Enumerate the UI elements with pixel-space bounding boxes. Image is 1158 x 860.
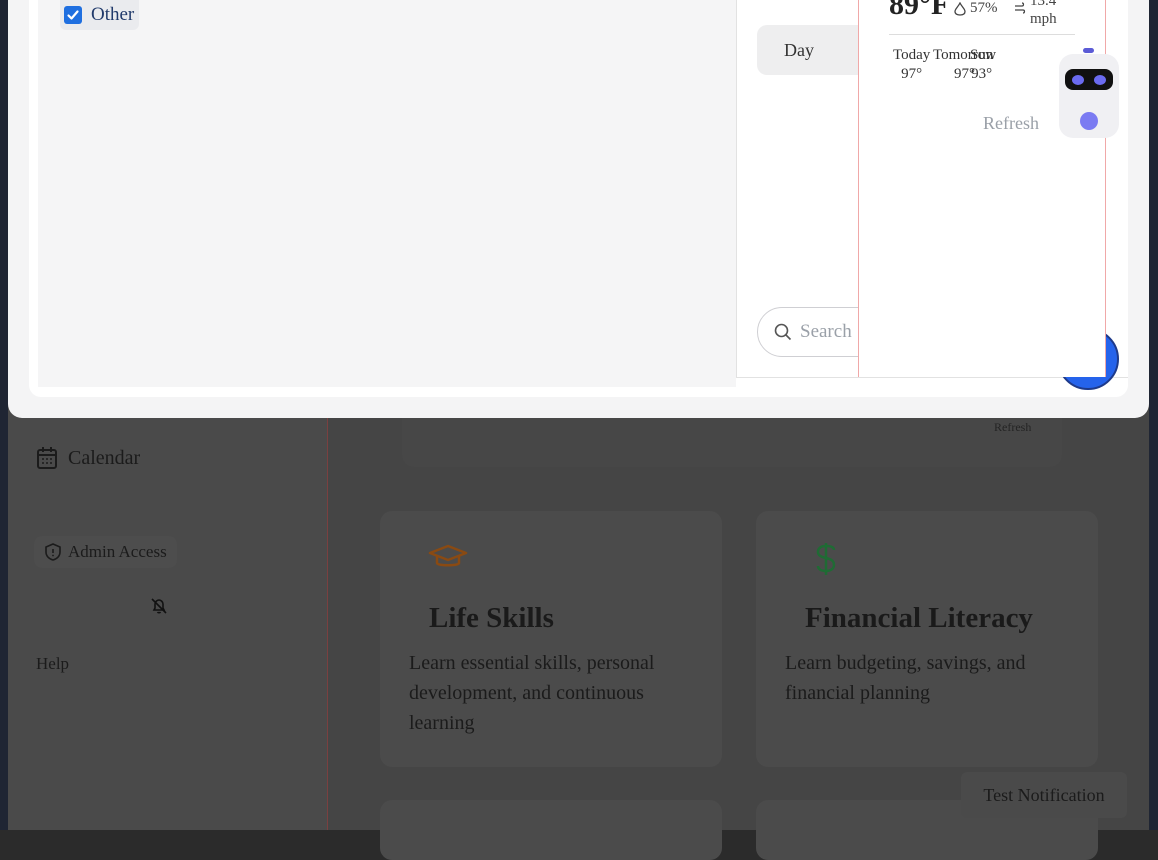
card-description: Learn essential skills, personal develop…: [409, 652, 655, 734]
weather-refresh-button[interactable]: Refresh: [983, 113, 1039, 134]
window-edge-left: [0, 0, 8, 830]
course-card-life-skills[interactable]: Life Skills Learn essential skills, pers…: [380, 511, 722, 767]
calendar-icon: [37, 447, 57, 469]
forecast-temp: 93°: [971, 66, 993, 82]
robot-head: [1059, 54, 1119, 138]
chatbot-avatar-button[interactable]: [1059, 44, 1119, 138]
robot-visor: [1065, 69, 1113, 90]
search-placeholder: Search: [800, 321, 852, 342]
humidity-value: 57%: [970, 0, 998, 16]
sidebar-item-label: Calendar: [68, 446, 141, 469]
search-icon: [774, 323, 792, 341]
card-title: Life Skills: [429, 602, 554, 634]
forecast-day-label: Sun: [970, 47, 994, 63]
robot-eye-icon: [1072, 74, 1084, 85]
current-temperature: 89°F: [889, 0, 950, 21]
forecast-day: Today 97°: [893, 46, 930, 84]
sidebar-item-calendar[interactable]: Calendar: [36, 446, 140, 470]
humidity-readout: 57%: [954, 0, 998, 17]
admin-access-label: Admin Access: [68, 542, 167, 561]
checkbox-checked-icon[interactable]: [64, 6, 82, 24]
notifications-off-button[interactable]: [150, 597, 168, 615]
robot-antenna: [1083, 48, 1094, 53]
shield-icon: [45, 543, 61, 561]
course-card[interactable]: [380, 800, 722, 860]
graduation-cap-icon: [428, 544, 468, 567]
sidebar-item-help[interactable]: Help: [36, 654, 69, 674]
day-view-label: Day: [784, 39, 814, 60]
course-card-financial-literacy[interactable]: Financial Literacy Learn budgeting, savi…: [756, 511, 1098, 767]
forecast-day: Sun 93°: [970, 46, 993, 84]
filter-pane: Other: [38, 0, 736, 387]
checkbox-label: Other: [91, 4, 135, 25]
wind-readout: 13.4 mph: [1014, 0, 1066, 28]
filter-option-other[interactable]: Other: [60, 0, 140, 30]
bell-off-icon: [151, 598, 167, 614]
robot-mouth: [1080, 112, 1098, 130]
divider: [889, 34, 1075, 35]
droplet-icon: [954, 1, 966, 16]
forecast-temp: 97°: [901, 66, 923, 82]
card-description: Learn budgeting, savings, and financial …: [785, 652, 1026, 704]
admin-access-button[interactable]: Admin Access: [34, 536, 177, 568]
window-edge-right: [1149, 0, 1158, 830]
wind-value: 13.4 mph: [1030, 0, 1057, 27]
card-title: Financial Literacy: [805, 602, 1033, 634]
wind-icon: [1015, 2, 1026, 14]
help-label: Help: [36, 654, 70, 673]
test-notification-button[interactable]: Test Notification: [961, 772, 1127, 818]
forecast-day-label: Today: [893, 47, 931, 63]
robot-eye-icon: [1094, 74, 1106, 85]
dollar-icon: [816, 543, 836, 575]
weather-refresh-link[interactable]: Refresh: [994, 420, 1031, 435]
